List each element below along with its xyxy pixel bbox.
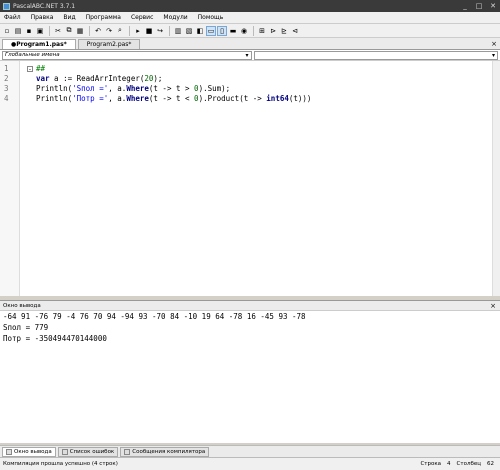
close-button[interactable]: ✕: [486, 1, 500, 11]
toolbar-separator: [169, 25, 170, 36]
scope-bar: Глобальные имена ▾ ▾: [0, 50, 500, 61]
new-file-icon[interactable]: ▫: [2, 26, 12, 36]
line-number: 1: [4, 64, 9, 73]
title-bar: PascalABC.NET 3.7.1 _ □ ✕: [0, 0, 500, 12]
find-icon[interactable]: ⌕: [115, 26, 125, 36]
tab-label: Сообщения компилятора: [132, 448, 206, 455]
status-message: Компиляция прошла успешно (4 строк): [3, 461, 118, 467]
row-label: Строка: [420, 461, 442, 467]
line-number: 3: [4, 84, 9, 93]
minimize-button[interactable]: _: [458, 1, 472, 11]
debug-restart-icon[interactable]: ⊲: [290, 26, 300, 36]
toolbar-separator: [253, 25, 254, 36]
debug-next-icon[interactable]: ⊳: [268, 26, 278, 36]
compiler-messages-icon: [124, 448, 131, 455]
window-title: PascalABC.NET 3.7.1: [13, 2, 76, 10]
debug-step-icon[interactable]: ⊵: [279, 26, 289, 36]
editor-tabs: ●Program1.pas* Program2.pas* ×: [0, 38, 500, 50]
output-icon: [6, 448, 12, 455]
tab-program2[interactable]: Program2.pas*: [77, 39, 141, 49]
line-number: 2: [4, 74, 9, 83]
tab-label: Окно вывода: [14, 448, 52, 455]
compile-icon[interactable]: ▧: [184, 26, 194, 36]
save-icon[interactable]: ▪: [24, 26, 34, 36]
copy-icon[interactable]: ⧉: [64, 26, 74, 36]
close-tab-icon[interactable]: ×: [491, 39, 497, 49]
settings-icon[interactable]: ◧: [195, 26, 205, 36]
redo-icon[interactable]: ↷: [104, 26, 114, 36]
output-line: Потр = -350494470144000: [3, 334, 107, 343]
save-all-icon[interactable]: ▣: [35, 26, 45, 36]
code-editor[interactable]: 1 2 3 4 - ## var a := ReadArrInteger(20)…: [0, 61, 500, 296]
watch-icon[interactable]: ⊞: [257, 26, 267, 36]
scope-select[interactable]: Глобальные имена ▾: [2, 50, 252, 60]
column-value: 62: [487, 461, 494, 467]
close-output-icon[interactable]: ×: [490, 302, 496, 310]
menu-help[interactable]: Помощь: [198, 14, 224, 21]
tab-label: Список ошибок: [69, 448, 115, 455]
toolbar-separator: [129, 25, 130, 36]
bottom-tabs: Окно вывода Список ошибок Сообщения комп…: [0, 445, 500, 457]
menu-file[interactable]: Файл: [4, 14, 21, 21]
code-line-4[interactable]: Println('Потр =', a.Where(t -> t < 0).Pr…: [36, 94, 311, 103]
toolbar-separator: [89, 25, 90, 36]
line-number-gutter: 1 2 3 4: [0, 61, 20, 296]
chevron-down-icon: ▾: [491, 51, 495, 59]
output-line: Sпол = 779: [3, 323, 49, 332]
fold-marker-icon[interactable]: -: [27, 66, 33, 73]
menu-view[interactable]: Вид: [63, 14, 75, 21]
app-icon: [3, 2, 10, 10]
open-folder-icon[interactable]: ▤: [13, 26, 23, 36]
output-title: Окно вывода: [3, 302, 41, 309]
row-value: 4: [447, 461, 451, 467]
layout-bottom-icon[interactable]: ▬: [228, 26, 238, 36]
breakpoint-icon[interactable]: ◉: [239, 26, 249, 36]
output-panel: Окно вывода × -64 91 -76 79 -4 76 70 94 …: [0, 300, 500, 443]
code-line-1[interactable]: ##: [36, 64, 45, 73]
menu-service[interactable]: Сервис: [131, 14, 153, 21]
format-code-icon[interactable]: ▥: [173, 26, 183, 36]
toolbar: ▫ ▤ ▪ ▣ ✂ ⧉ ▦ ↶ ↷ ⌕ ▸ ■ ↪ ▥ ▧ ◧ ▭ ▯ ▬ ◉ …: [0, 24, 500, 38]
paste-icon[interactable]: ▦: [75, 26, 85, 36]
menu-modules[interactable]: Модули: [163, 14, 187, 21]
run-icon[interactable]: ▸: [133, 26, 143, 36]
menu-bar: Файл Правка Вид Программа Сервис Модули …: [0, 12, 500, 24]
stop-icon[interactable]: ■: [144, 26, 154, 36]
step-over-icon[interactable]: ↪: [155, 26, 165, 36]
code-line-3[interactable]: Println('Sпол =', a.Where(t -> t > 0).Su…: [36, 84, 230, 93]
toolbar-separator: [49, 25, 50, 36]
tab-output-window[interactable]: Окно вывода: [2, 446, 56, 457]
tab-program1[interactable]: ●Program1.pas*: [2, 39, 76, 49]
menu-edit[interactable]: Правка: [31, 14, 54, 21]
tab-error-list[interactable]: Список ошибок: [57, 446, 119, 457]
chevron-down-icon: ▾: [245, 51, 249, 59]
undo-icon[interactable]: ↶: [93, 26, 103, 36]
maximize-button[interactable]: □: [472, 1, 486, 11]
status-bar: Компиляция прошла успешно (4 строк) Стро…: [0, 457, 500, 470]
cut-icon[interactable]: ✂: [53, 26, 63, 36]
tab-compiler-messages[interactable]: Сообщения компилятора: [120, 446, 210, 457]
output-line: -64 91 -76 79 -4 76 70 94 -94 93 -70 84 …: [3, 312, 306, 321]
editor-scrollbar[interactable]: [492, 61, 500, 296]
layout-single-icon[interactable]: ▭: [206, 25, 216, 36]
layout-split-icon[interactable]: ▯: [217, 25, 227, 36]
column-label: Столбец: [456, 461, 481, 467]
output-header: Окно вывода ×: [0, 301, 500, 311]
menu-program[interactable]: Программа: [86, 14, 121, 21]
scope-select-value: Глобальные имена: [5, 52, 60, 58]
member-select[interactable]: ▾: [254, 50, 498, 60]
error-list-icon: [61, 448, 68, 455]
code-line-2[interactable]: var a := ReadArrInteger(20);: [36, 74, 162, 83]
line-number: 4: [4, 94, 9, 103]
